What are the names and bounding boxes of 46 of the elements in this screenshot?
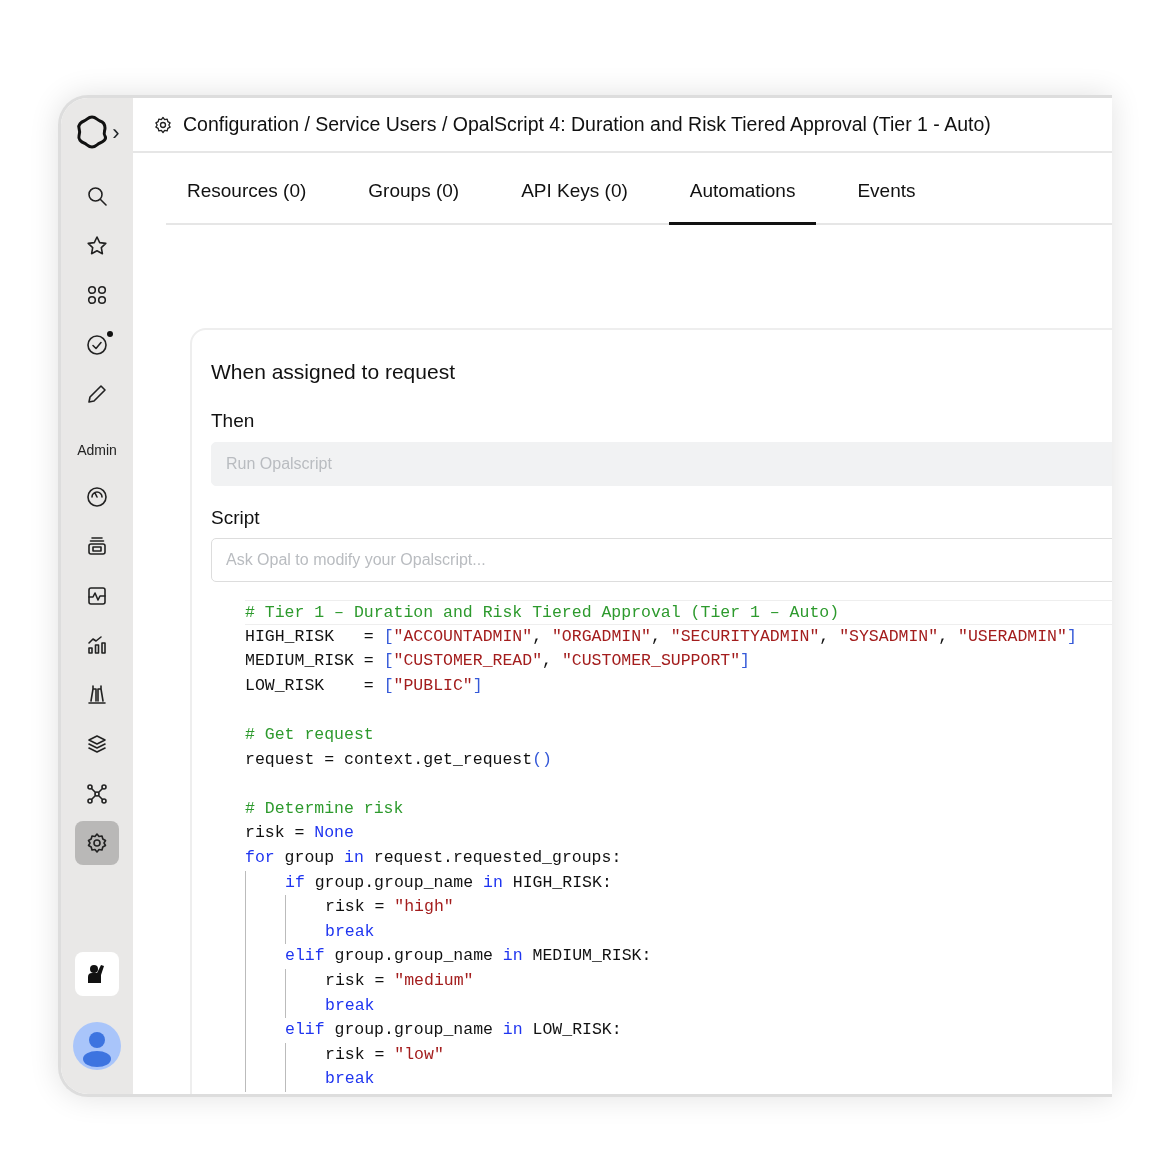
field-label: Script bbox=[211, 505, 261, 530]
search-icon bbox=[85, 184, 109, 208]
apps-icon bbox=[85, 283, 109, 307]
settings-nav-button[interactable] bbox=[75, 821, 119, 865]
code-line: elif group.group_name in LOW_RISK: bbox=[285, 1019, 623, 1042]
check-circle-icon bbox=[85, 332, 109, 357]
code-line: risk = "high" bbox=[325, 896, 455, 919]
code-line: HIGH_RISK = ["ACCOUNTADMIN", "ORGADMIN", "SECURITYADMIN", "SYSADMIN", "USERADMIN"] bbox=[245, 625, 1078, 648]
tab[interactable]: Groups (0) bbox=[347, 167, 481, 225]
code-line: risk = "medium" bbox=[325, 969, 475, 992]
pencil-icon bbox=[85, 382, 109, 406]
code-line: break bbox=[325, 920, 376, 943]
network-icon bbox=[85, 781, 109, 806]
card-title: When assigned to request bbox=[211, 358, 456, 385]
code-line: LOW_RISK = ["PUBLIC"] bbox=[245, 674, 484, 697]
code-line: risk = "low" bbox=[325, 1043, 445, 1066]
tab[interactable]: Events bbox=[836, 167, 937, 225]
archive-icon bbox=[85, 534, 109, 558]
expand-caret[interactable]: › bbox=[112, 115, 120, 149]
binoculars-icon bbox=[85, 682, 109, 707]
code-line: # Determine risk bbox=[245, 797, 405, 820]
code-line: break bbox=[325, 994, 376, 1017]
section-label: Admin bbox=[77, 440, 117, 460]
breadcrumb: Configuration / Service Users / OpalScript 4: Duration and Risk Tiered Approval (Tier 1 - Auto) bbox=[183, 111, 991, 137]
code-line: request = context.get_request() bbox=[245, 748, 553, 771]
layers-icon bbox=[85, 732, 109, 756]
code-line: elif group.group_name in MEDIUM_RISK: bbox=[285, 945, 653, 968]
code-line: # Get request bbox=[245, 723, 375, 746]
field-label: Then bbox=[211, 409, 256, 433]
star-icon bbox=[85, 233, 109, 258]
tab[interactable]: API Keys (0) bbox=[500, 167, 649, 225]
settings-icon bbox=[153, 114, 173, 135]
notification-dot bbox=[107, 330, 113, 337]
raise-hand-button[interactable] bbox=[75, 952, 119, 996]
code-line: MEDIUM_RISK = ["CUSTOMER_READ", "CUSTOMER_SUPPORT"] bbox=[245, 650, 751, 673]
avatar[interactable] bbox=[73, 1022, 121, 1070]
code-line: risk = None bbox=[245, 822, 355, 845]
code-line: if group.group_name in HIGH_RISK: bbox=[285, 871, 613, 894]
bar-chart-icon bbox=[85, 633, 109, 657]
ask-field[interactable]: Ask Opal to modify your Opalscript... bbox=[211, 538, 1112, 582]
code-line: for group in request.requested_groups: bbox=[245, 846, 623, 869]
settings-icon bbox=[85, 831, 109, 855]
tab[interactable]: Resources (0) bbox=[166, 167, 328, 225]
gauge-icon bbox=[85, 484, 109, 509]
code-line: break bbox=[325, 1068, 376, 1091]
tab[interactable]: Automations bbox=[668, 167, 817, 225]
